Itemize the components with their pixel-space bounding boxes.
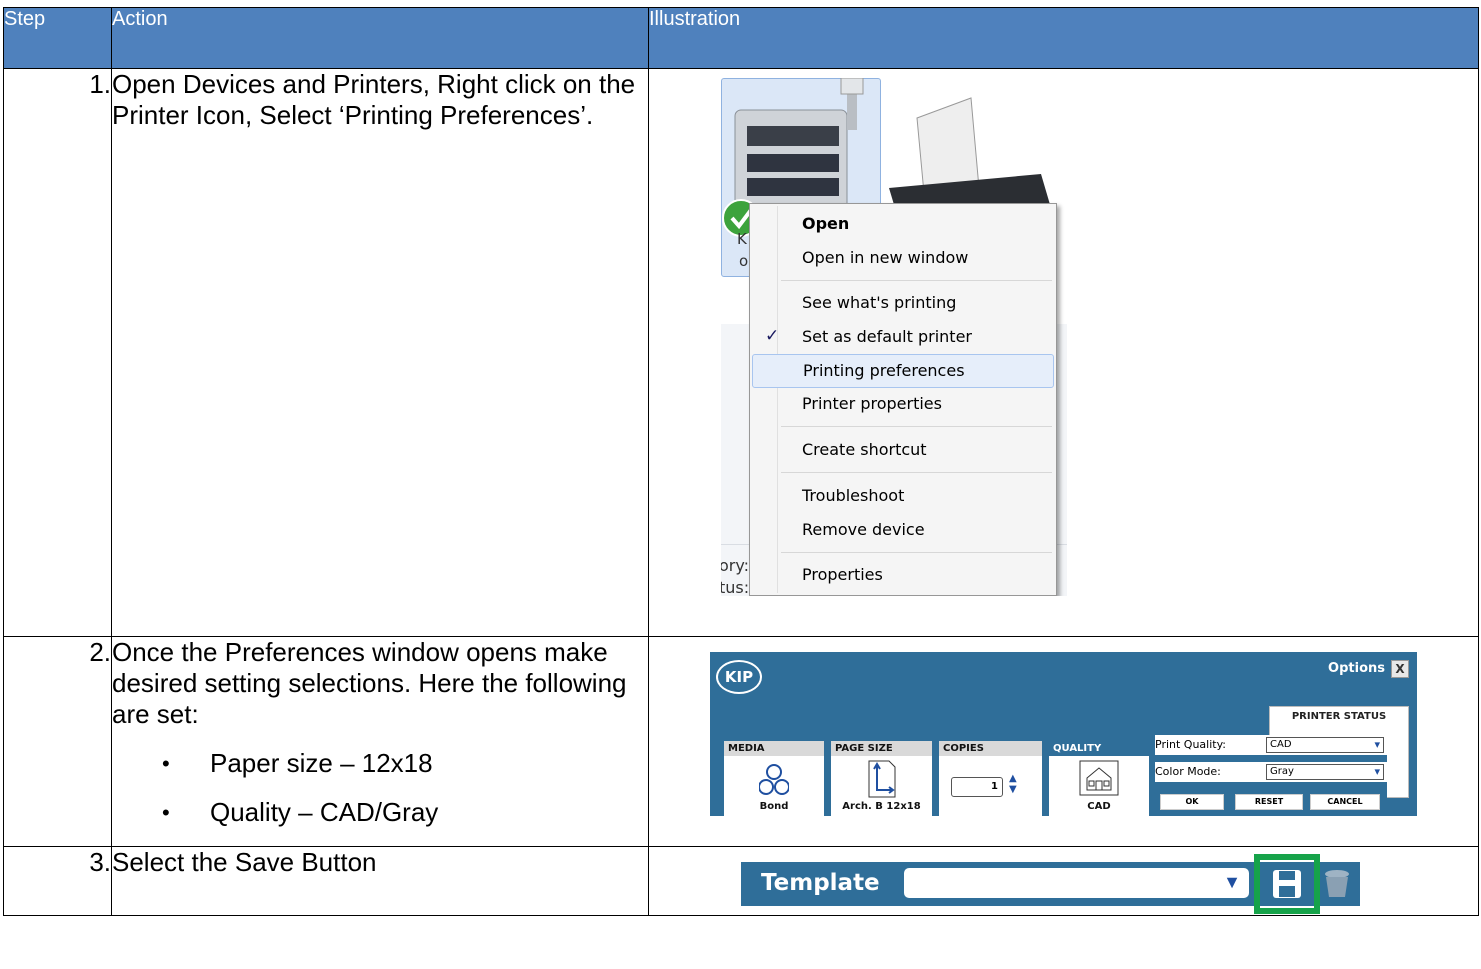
printer-label-fragment: K bbox=[737, 230, 747, 248]
page-size-value: Arch. B 12x18 bbox=[842, 801, 921, 812]
menu-item-troubleshoot[interactable]: Troubleshoot bbox=[752, 480, 1054, 512]
printer-label-fragment: o bbox=[739, 252, 749, 270]
template-toolbar: Template ▼ bbox=[741, 854, 1360, 914]
quality-value: CAD bbox=[1087, 801, 1111, 812]
menu-item-remove-device[interactable]: Remove device bbox=[752, 514, 1054, 546]
close-button[interactable]: X bbox=[1391, 660, 1409, 678]
details-label: ory: bbox=[721, 556, 750, 575]
step-action: Open Devices and Printers, Right click o… bbox=[111, 68, 649, 637]
menu-item-see-printing[interactable]: See what's printing bbox=[752, 287, 1054, 319]
ok-button[interactable]: OK bbox=[1160, 794, 1224, 810]
color-mode-row: Color Mode: Gray bbox=[1155, 762, 1387, 782]
print-quality-label: Print Quality: bbox=[1155, 738, 1227, 751]
kip-options-window: KIP Options X PRINTER STATUS MEDIA Bond bbox=[710, 652, 1417, 816]
color-mode-label: Color Mode: bbox=[1155, 765, 1221, 778]
print-quality-row: Print Quality: CAD bbox=[1155, 735, 1387, 755]
quality-header: QUALITY bbox=[1049, 741, 1149, 756]
menu-item-open-new-window[interactable]: Open in new window bbox=[752, 242, 1054, 274]
dropdown-button-bar: OK RESET CANCEL bbox=[1155, 787, 1387, 815]
table-row: 1. Open Devices and Printers, Right clic… bbox=[3, 68, 1479, 637]
details-label: tus: bbox=[721, 578, 750, 596]
menu-separator bbox=[781, 472, 1052, 473]
menu-item-open[interactable]: Open bbox=[752, 208, 1054, 240]
list-item: Quality – CAD/Gray bbox=[162, 797, 648, 828]
copies-input[interactable]: 1 bbox=[951, 777, 1003, 797]
table-header-row: Step Action Illustration bbox=[3, 7, 1479, 69]
quality-dropdown: Print Quality: CAD Color Mode: Gray OK R… bbox=[1150, 735, 1387, 816]
cad-house-icon bbox=[1079, 760, 1119, 796]
context-menu: Open Open in new window See what's print… bbox=[749, 203, 1057, 596]
menu-separator bbox=[781, 552, 1052, 553]
page-size-panel[interactable]: PAGE SIZE Arch. B 12x18 bbox=[831, 741, 932, 816]
checkmark-icon: ✓ bbox=[765, 326, 780, 346]
chevron-down-icon: ▼ bbox=[1223, 872, 1241, 892]
table-row: 3. Select the Save Button Template ▼ bbox=[3, 846, 1479, 916]
quality-panel[interactable]: QUALITY CAD bbox=[1049, 741, 1149, 816]
header-action: Action bbox=[111, 7, 649, 69]
menu-item-printer-properties[interactable]: Printer properties bbox=[752, 388, 1054, 420]
step-illustration: KIP Options X PRINTER STATUS MEDIA Bond bbox=[648, 636, 1479, 847]
settings-list: Paper size – 12x18 Quality – CAD/Gray bbox=[112, 748, 648, 828]
header-illustration: Illustration bbox=[648, 7, 1479, 69]
step-illustration: Template ▼ bbox=[648, 846, 1479, 916]
step-number: 2. bbox=[3, 636, 112, 847]
step-number: 1. bbox=[3, 68, 112, 637]
step-action: Select the Save Button bbox=[111, 846, 649, 916]
save-highlight-box bbox=[1254, 854, 1320, 914]
list-item: Paper size – 12x18 bbox=[162, 748, 648, 779]
menu-separator bbox=[781, 426, 1052, 427]
media-roll-icon bbox=[759, 764, 789, 795]
copies-stepper-icon[interactable]: ▲ ▼ bbox=[1009, 773, 1017, 795]
delete-icon[interactable] bbox=[1324, 869, 1350, 899]
template-label: Template bbox=[761, 870, 880, 896]
copies-header: COPIES bbox=[939, 741, 1042, 756]
page-size-header: PAGE SIZE bbox=[831, 741, 932, 756]
step-illustration: K o ory: tus: Open Open in new window Se… bbox=[648, 68, 1479, 637]
menu-item-properties[interactable]: Properties bbox=[752, 559, 1054, 591]
kip-logo: KIP bbox=[716, 660, 762, 694]
header-step: Step bbox=[3, 7, 112, 69]
step-action-text: Once the Preferences window opens make d… bbox=[112, 637, 627, 729]
devices-printers-screenshot: K o ory: tus: Open Open in new window Se… bbox=[721, 78, 1067, 596]
menu-item-create-shortcut[interactable]: Create shortcut bbox=[752, 434, 1054, 466]
menu-item-printing-preferences[interactable]: Printing preferences bbox=[752, 354, 1054, 388]
media-header: MEDIA bbox=[724, 741, 824, 756]
media-value: Bond bbox=[759, 801, 789, 812]
copies-panel: COPIES 1 ▲ ▼ bbox=[939, 741, 1042, 816]
window-title: Options bbox=[1328, 661, 1385, 676]
cancel-button[interactable]: CANCEL bbox=[1310, 794, 1380, 810]
step-number: 3. bbox=[3, 846, 112, 916]
menu-item-set-default[interactable]: ✓ Set as default printer bbox=[752, 321, 1054, 353]
steps-table: Step Action Illustration 1. Open Devices… bbox=[3, 7, 1479, 916]
printer-status-label: PRINTER STATUS bbox=[1291, 711, 1387, 722]
page-size-icon bbox=[868, 760, 896, 798]
color-mode-select[interactable]: Gray bbox=[1266, 764, 1384, 780]
menu-separator bbox=[781, 280, 1052, 281]
template-select[interactable]: ▼ bbox=[904, 868, 1249, 898]
reset-button[interactable]: RESET bbox=[1235, 794, 1303, 810]
step-action: Once the Preferences window opens make d… bbox=[111, 636, 649, 847]
print-quality-select[interactable]: CAD bbox=[1266, 737, 1384, 753]
media-panel[interactable]: MEDIA Bond bbox=[724, 741, 824, 816]
table-row: 2. Once the Preferences window opens mak… bbox=[3, 636, 1479, 847]
